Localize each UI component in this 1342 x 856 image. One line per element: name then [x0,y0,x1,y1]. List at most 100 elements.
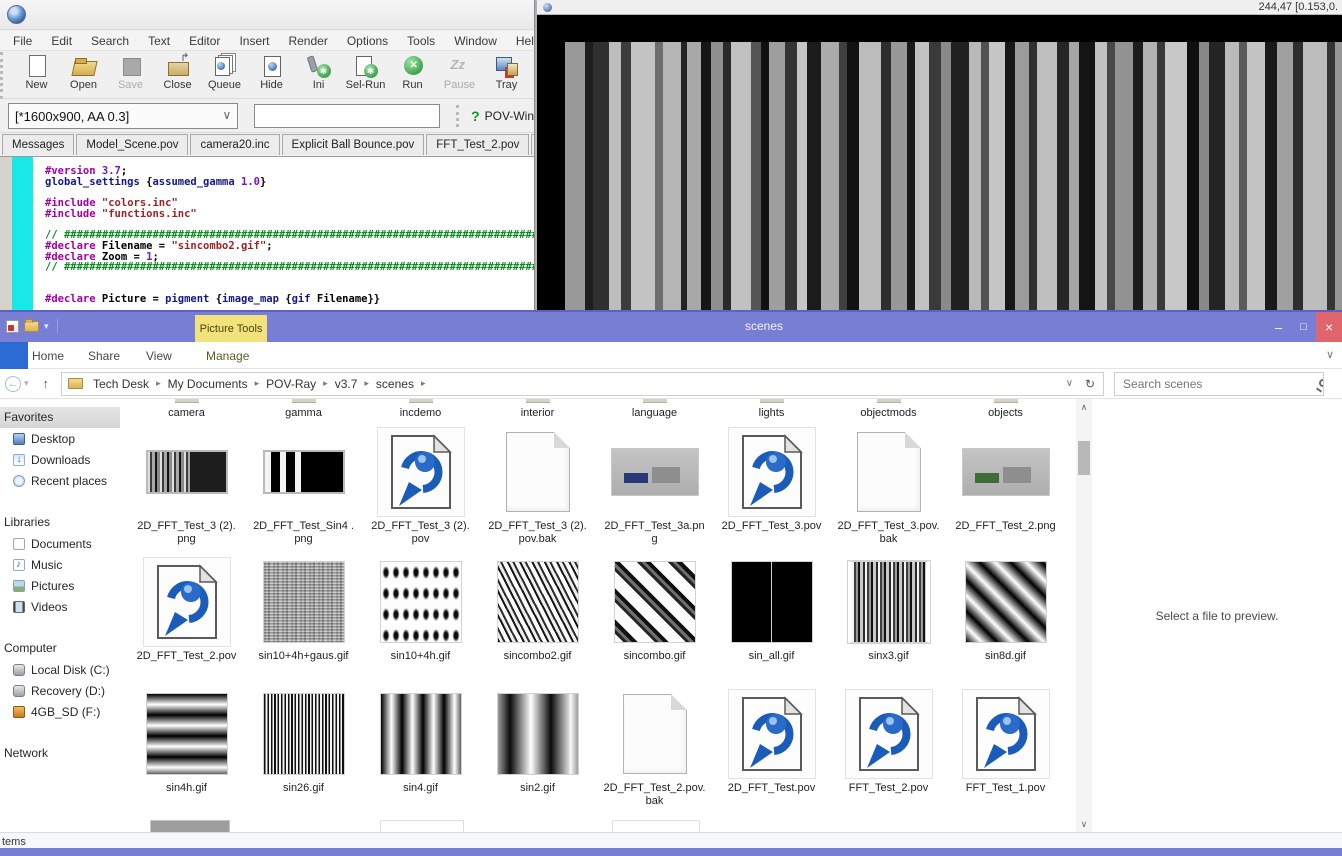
file-tile-sinx3-gif[interactable]: sinx3.gif [830,556,947,663]
scroll-down-icon[interactable]: ∨ [1076,816,1092,832]
folder-tile-objects[interactable]: objects [947,399,1064,420]
explorer-titlebar[interactable]: ▾ Picture Tools scenes [0,312,1342,342]
povray-titlebar[interactable] [0,0,534,30]
file-tile-sincombo-gif[interactable]: sincombo.gif [596,556,713,663]
folder-tile-objectmods[interactable]: objectmods [830,399,947,420]
vertical-scrollbar[interactable]: ∧ ∨ [1076,399,1092,832]
folder-tile-incdemo[interactable]: incdemo [362,399,479,420]
tab-explicit-ball-bounce-pov[interactable]: Explicit Ball Bounce.pov [282,134,425,155]
tab-model-scene-pov[interactable]: Model_Scene.pov [76,134,188,155]
ribbon-tab-view[interactable]: View [146,342,172,369]
tray-button[interactable]: Tray [483,52,530,97]
ribbon-tab-share[interactable]: Share [88,342,120,369]
file-tile-2d-fft-test-2-pov[interactable]: 2D_FFT_Test_2.pov [128,556,245,663]
breadcrumb-pov-ray[interactable]: POV-Ray [263,377,319,391]
file-tile-2d-fft-test-2-pov-bak[interactable]: 2D_FFT_Test_2.pov.bak [596,688,713,808]
sel-run-button[interactable]: Sel-Run [342,52,389,97]
file-tile-2d-fft-test-3-2-pov-bak[interactable]: 2D_FFT_Test_3 (2).pov.bak [479,426,596,546]
back-icon[interactable]: ← [5,376,21,392]
file-tile-sin4h-gif[interactable]: sin4h.gif [128,688,245,808]
file-tile-sincombo2-gif[interactable]: sincombo2.gif [479,556,596,663]
history-dropdown-icon[interactable]: ▾ [24,378,29,389]
ribbon-tab-home[interactable]: Home [32,342,64,369]
file-tile-fft-test-2-pov[interactable]: FFT_Test_2.pov [830,688,947,808]
menu-editor[interactable]: Editor [189,34,220,48]
file-tile-sin4-gif[interactable]: sin4.gif [362,688,479,808]
tab-camera20-inc[interactable]: camera20.inc [190,134,279,155]
address-dropdown-icon[interactable]: ∨ [1066,378,1073,389]
folder-tile-lights[interactable]: lights [713,399,830,420]
run-button[interactable]: Run [389,52,436,97]
file-tile-sin10-4h-gif[interactable]: sin10+4h.gif [362,556,479,663]
open-button[interactable]: Open [60,52,107,97]
file-tile-2d-fft-test-pov[interactable]: 2D_FFT_Test.pov [713,688,830,808]
menu-help[interactable]: Help [516,34,535,48]
menu-insert[interactable]: Insert [239,34,269,48]
partial-tile [612,820,700,832]
file-tile-fft-test-1-pov[interactable]: FFT_Test_1.pov [947,688,1064,808]
render-preset-dropdown[interactable]: [*1600x900, AA 0.3] ∨ [8,103,238,129]
picture-tools-tab[interactable]: Picture Tools [195,315,267,342]
ini-button[interactable]: Ini [295,52,342,97]
save-button: Save [107,52,154,97]
breadcrumb-scenes[interactable]: scenes [373,377,417,391]
tab-messages[interactable]: Messages [2,134,74,155]
folder-tile-language[interactable]: language [596,399,713,420]
desktop: File Edit Search Text Editor Insert Render Opti… [0,0,1342,856]
properties-icon[interactable] [6,320,19,333]
breadcrumb-box[interactable]: Tech Desk▸My Documents▸POV-Ray▸v3.7▸scen… [61,372,1104,396]
qat-dropdown-icon[interactable]: ▾ [44,321,49,332]
file-tile-2d-fft-test-3a-png[interactable]: 2D_FFT_Test_3a.png [596,426,713,546]
up-icon[interactable]: ↑ [43,376,50,391]
file-tile-sin-all-gif[interactable]: sin_all.gif [713,556,830,663]
folder-tile-gamma[interactable]: gamma [245,399,362,420]
taskbar-strip[interactable] [0,848,1342,856]
maximize-button[interactable] [1291,312,1316,342]
code-editor[interactable]: #version 3.7;global_settings {assumed_ga… [0,156,534,310]
menu-file[interactable]: File [13,34,32,48]
povray-window: File Edit Search Text Editor Insert Render Opti… [0,0,535,310]
new-button[interactable]: New [13,52,60,97]
file-tile-sin2-gif[interactable]: sin2.gif [479,688,596,808]
hide-button[interactable]: Hide [248,52,295,97]
scroll-up-icon[interactable]: ∧ [1076,399,1092,415]
menu-search[interactable]: Search [91,34,129,48]
file-tile-2d-fft-test-3-2-pov[interactable]: 2D_FFT_Test_3 (2).pov [362,426,479,546]
minimize-button[interactable] [1266,312,1291,342]
file-tile-2d-fft-test-3-2-png[interactable]: 2D_FFT_Test_3 (2).png [128,426,245,546]
menu-tools[interactable]: Tools [407,34,435,48]
refresh-icon[interactable]: ↻ [1085,377,1095,391]
scrollbar-thumb[interactable] [1078,441,1090,475]
file-tile-sin8d-gif[interactable]: sin8d.gif [947,556,1064,663]
search-input[interactable] [1115,373,1295,395]
tab-eval-pig[interactable]: Eval_pig [531,134,535,155]
breadcrumb-my-documents[interactable]: My Documents [165,377,251,391]
menu-options[interactable]: Options [347,34,388,48]
file-tile-2d-fft-test-2-png[interactable]: 2D_FFT_Test_2.png [947,426,1064,546]
close-button[interactable]: Close [154,52,201,97]
render-titlebar[interactable]: 244,47 [0.153,0. [537,0,1342,15]
menu-render[interactable]: Render [288,34,327,48]
menu-edit[interactable]: Edit [51,34,72,48]
close-button[interactable] [1316,312,1342,342]
tab-fft-test-2-pov[interactable]: FFT_Test_2.pov [426,134,529,155]
ribbon-collapse-icon[interactable]: ∨ [1326,348,1334,361]
menu-text[interactable]: Text [148,34,170,48]
file-tab[interactable] [0,342,28,369]
folder-tile-camera[interactable]: camera [128,399,245,420]
file-tile-sin26-gif[interactable]: sin26.gif [245,688,362,808]
command-line-input[interactable] [254,104,440,128]
folder-tile-interior[interactable]: interior [479,399,596,420]
menu-window[interactable]: Window [454,34,497,48]
breadcrumb-v3-7[interactable]: v3.7 [332,377,361,391]
povwin-help[interactable]: ? POV-Win [456,105,534,127]
file-tile-2d-fft-test-3-pov[interactable]: 2D_FFT_Test_3.pov [713,426,830,546]
new-folder-icon[interactable] [24,321,39,332]
queue-button[interactable]: Queue [201,52,248,97]
ribbon-tab-manage[interactable]: Manage [206,342,249,369]
file-tile-2d-fft-test-sin4-png[interactable]: 2D_FFT_Test_Sin4 .png [245,426,362,546]
file-thumbnail [497,693,579,775]
file-tile-sin10-4h-gaus-gif[interactable]: sin10+4h+gaus.gif [245,556,362,663]
breadcrumb-tech-desk[interactable]: Tech Desk [90,377,152,391]
file-tile-2d-fft-test-3-pov-bak[interactable]: 2D_FFT_Test_3.pov.bak [830,426,947,546]
